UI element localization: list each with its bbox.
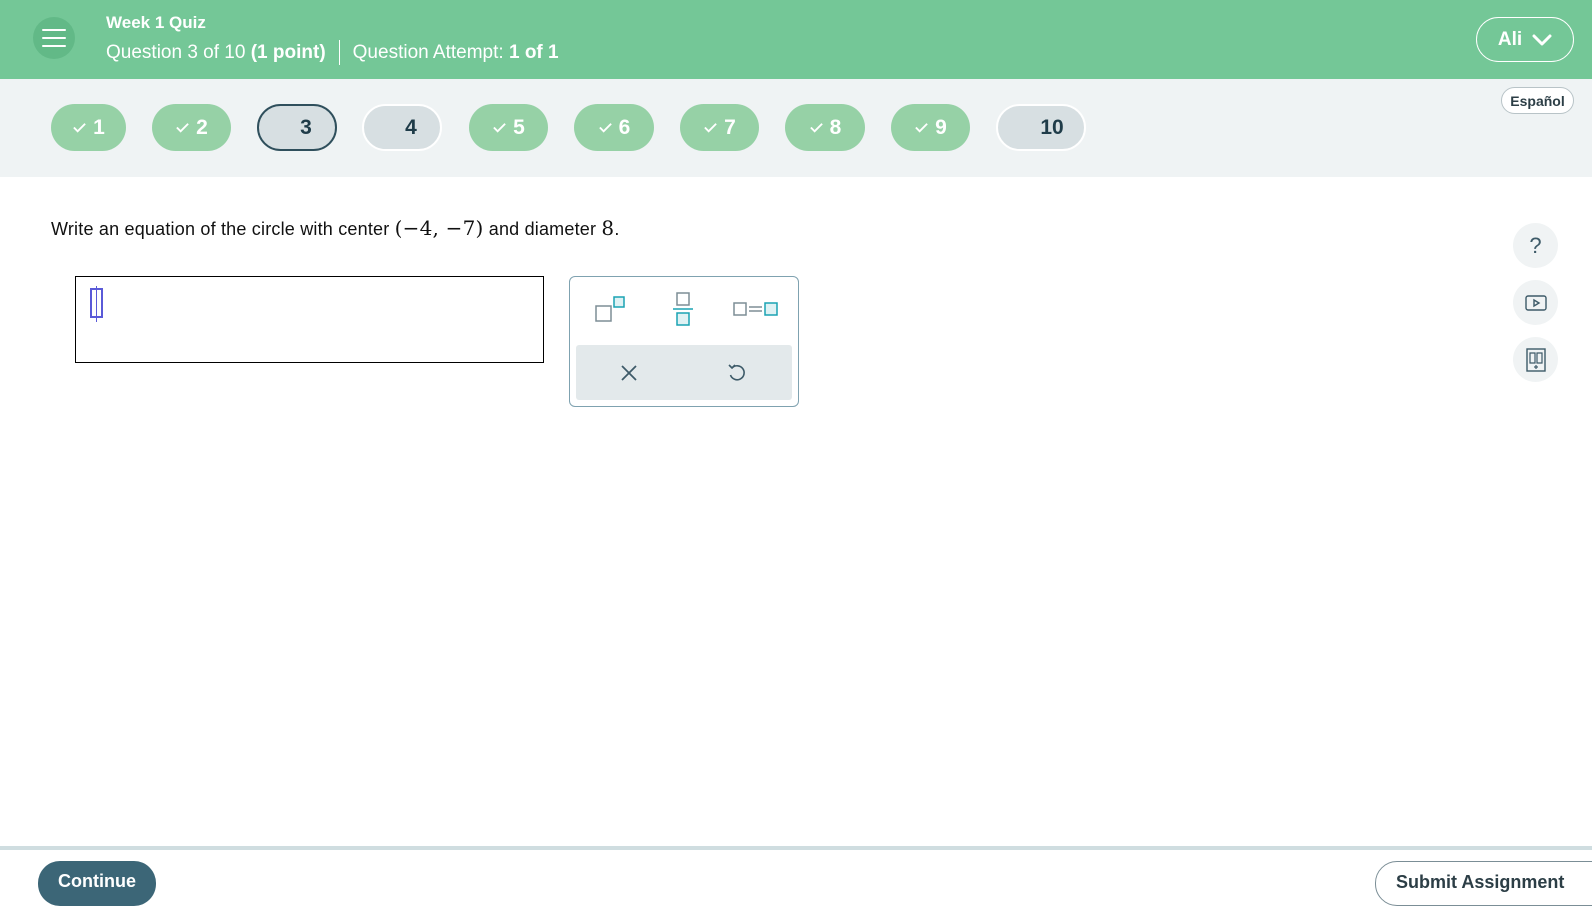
help-icon: ?: [1529, 232, 1542, 258]
question-pill-label: 7: [724, 115, 736, 139]
hamburger-icon: [42, 29, 66, 31]
question-text-part: .: [614, 219, 620, 239]
fraction-icon: [673, 292, 693, 326]
exponent-icon: [595, 296, 625, 322]
undo-button[interactable]: [707, 353, 767, 393]
clear-icon: [621, 365, 637, 381]
chevron-down-icon: [1532, 34, 1552, 45]
help-button[interactable]: ?: [1513, 223, 1558, 268]
question-text-part: and diameter: [483, 219, 602, 239]
question-pill-4[interactable]: 4: [362, 104, 442, 151]
question-diameter: 8: [601, 216, 615, 240]
question-points: (1 point): [250, 41, 326, 63]
question-nav: Español 1 2 3 4 5 6 7 8 9 10: [0, 79, 1592, 177]
language-button[interactable]: Español: [1501, 87, 1574, 114]
check-icon: [809, 123, 823, 133]
continue-button[interactable]: Continue: [38, 861, 156, 906]
question-info: Question 3 of 10 (1 point) Question Atte…: [106, 40, 559, 65]
quiz-title: Week 1 Quiz: [106, 13, 206, 32]
check-icon: [493, 123, 506, 133]
user-name: Ali: [1497, 28, 1523, 50]
question-text: Write an equation of the circle with cen…: [51, 216, 620, 240]
palette-actions: [576, 345, 792, 400]
undo-icon: [728, 364, 745, 381]
cursor-placeholder-icon: [90, 286, 103, 322]
textbook-icon: [1525, 347, 1546, 372]
hamburger-icon-line: [42, 37, 66, 39]
question-center: (−4, −7): [394, 216, 484, 240]
hamburger-icon-line: [42, 45, 66, 47]
fraction-button[interactable]: [653, 289, 713, 329]
question-pill-label: 4: [405, 115, 417, 139]
question-pill-label: 8: [829, 115, 842, 139]
question-pill-label: 6: [618, 115, 631, 139]
question-pill-7[interactable]: 7: [680, 104, 759, 151]
question-position: Question 3 of 10: [106, 41, 246, 63]
submit-assignment-button[interactable]: Submit Assignment: [1375, 861, 1592, 906]
question-pill-2[interactable]: 2: [152, 104, 231, 151]
check-icon: [73, 123, 86, 133]
video-button[interactable]: [1513, 280, 1558, 325]
question-pill-10[interactable]: 10: [996, 104, 1086, 151]
question-pill-9[interactable]: 9: [891, 104, 970, 151]
top-header: Week 1 Quiz Question 3 of 10 (1 point) Q…: [0, 0, 1592, 79]
answer-input[interactable]: [75, 276, 544, 363]
check-icon: [704, 123, 717, 133]
question-pill-6[interactable]: 6: [574, 104, 654, 151]
question-pill-label: 2: [196, 115, 208, 139]
question-pill-label: 9: [935, 115, 947, 139]
exponent-button[interactable]: [580, 289, 640, 329]
question-pill-label: 5: [513, 115, 525, 139]
menu-button[interactable]: [33, 17, 75, 59]
check-icon: [176, 123, 189, 133]
attempt-value: 1 of 1: [508, 41, 559, 63]
user-menu-button[interactable]: Ali: [1476, 17, 1574, 62]
textbook-button[interactable]: [1513, 337, 1558, 382]
math-palette: [569, 276, 799, 407]
check-icon: [598, 123, 612, 133]
check-icon: [915, 123, 928, 133]
question-text-part: Write an equation of the circle with cen…: [51, 219, 395, 239]
footer-divider: [0, 846, 1592, 850]
equals-template-button[interactable]: [726, 289, 786, 329]
question-pill-1[interactable]: 1: [51, 104, 126, 151]
question-pill-3[interactable]: 3: [257, 104, 337, 151]
question-pill-5[interactable]: 5: [469, 104, 548, 151]
question-pill-label: 3: [300, 115, 312, 139]
equals-template-icon: [733, 302, 778, 316]
divider: [338, 40, 340, 65]
video-icon: [1524, 294, 1547, 311]
question-pill-label: 10: [1040, 115, 1064, 139]
question-pill-8[interactable]: 8: [785, 104, 865, 151]
clear-button[interactable]: [599, 353, 659, 393]
question-pill-label: 1: [93, 115, 105, 139]
attempt-label: Question Attempt:: [352, 41, 504, 63]
